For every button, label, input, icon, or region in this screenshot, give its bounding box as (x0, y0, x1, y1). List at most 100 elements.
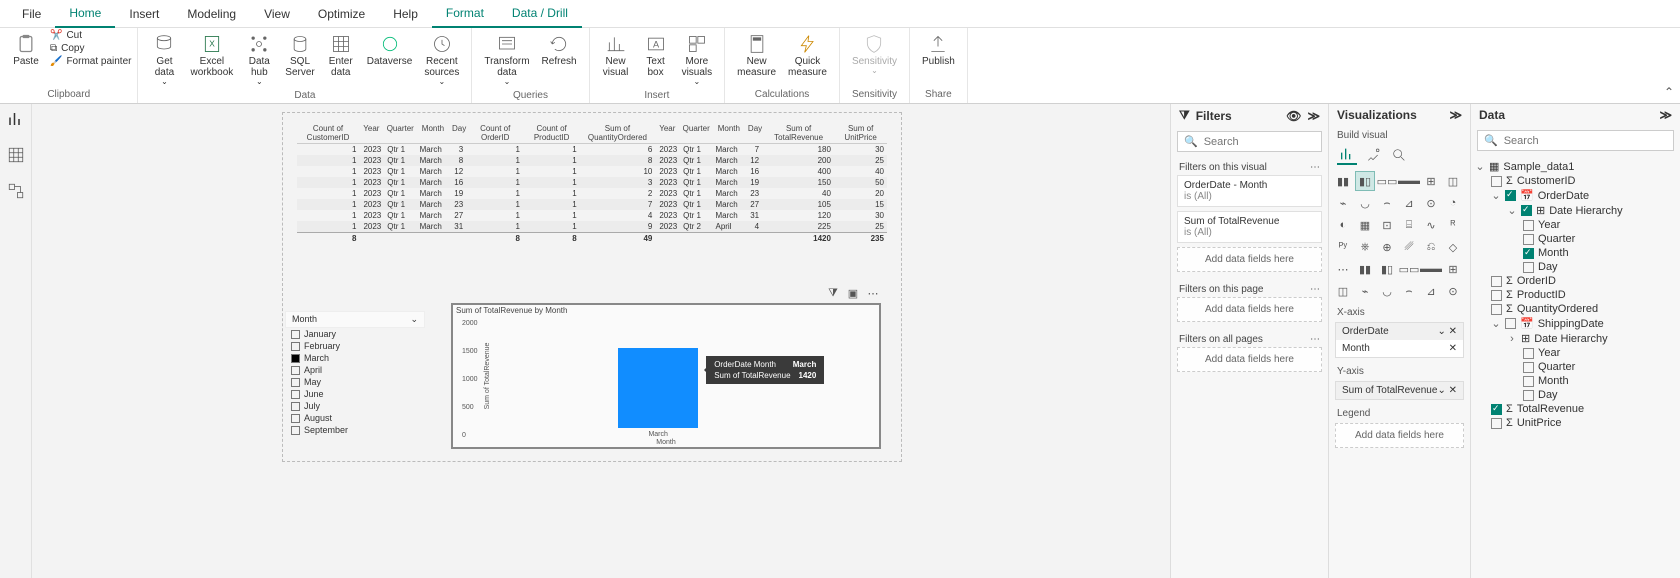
table-header-cell[interactable]: Count of ProductID (523, 123, 579, 143)
data-search-input[interactable] (1504, 135, 1667, 147)
more-icon[interactable]: ⋯ (1310, 162, 1320, 173)
table-header-cell[interactable]: Count of OrderID (467, 123, 523, 143)
model-view-button[interactable] (7, 182, 25, 200)
field-customerid[interactable]: ΣCustomerID (1473, 174, 1678, 188)
viz-type-button[interactable]: ▦ (1355, 215, 1375, 235)
slicer-item[interactable]: January (285, 328, 425, 340)
filter-icon[interactable]: ⧩ (826, 286, 840, 300)
slicer-item[interactable]: March (285, 352, 425, 364)
viz-type-button[interactable]: ◫ (1443, 171, 1463, 191)
slicer-item[interactable]: April (285, 364, 425, 376)
table-header-cell[interactable]: Day (745, 123, 763, 143)
viz-type-button[interactable]: ᴾʸ (1333, 237, 1353, 257)
quick-measure-button[interactable]: Quick measure (782, 30, 833, 82)
viz-type-button[interactable]: ⌢ (1377, 193, 1397, 213)
viz-type-button[interactable]: ⌢ (1399, 281, 1419, 301)
field-orderdate-hierarchy[interactable]: ⌄⊞ Date Hierarchy (1473, 203, 1678, 218)
table-header-cell[interactable]: Sum of TotalRevenue (763, 123, 834, 143)
viz-type-button[interactable]: ⎈ (1355, 237, 1375, 257)
tab-data-drill[interactable]: Data / Drill (498, 0, 582, 28)
viz-type-button[interactable]: ⊡ (1377, 215, 1397, 235)
dataverse-button[interactable]: Dataverse (361, 30, 419, 71)
field-shippingdate-month[interactable]: Month (1473, 374, 1678, 388)
data-view-button[interactable] (7, 146, 25, 164)
viz-type-button[interactable]: ◔ (1443, 193, 1463, 213)
field-orderdate[interactable]: ⌄📅 OrderDate (1473, 188, 1678, 203)
viz-type-button[interactable]: ⊙ (1443, 281, 1463, 301)
sensitivity-button[interactable]: Sensitivity⌄ (846, 30, 903, 80)
format-visual-tab[interactable] (1363, 145, 1383, 165)
tab-home[interactable]: Home (55, 0, 115, 28)
field-unitprice[interactable]: ΣUnitPrice (1473, 416, 1678, 430)
field-shippingdate-hierarchy[interactable]: ›⊞ Date Hierarchy (1473, 331, 1678, 346)
focus-mode-icon[interactable]: ▣ (846, 286, 860, 300)
slicer-item[interactable]: February (285, 340, 425, 352)
table-row[interactable]: 12023Qtr 1March81182023Qtr 1March1220025 (297, 155, 887, 166)
field-shippingdate[interactable]: ⌄📅 ShippingDate (1473, 316, 1678, 331)
slicer-item[interactable]: August (285, 412, 425, 424)
text-box-button[interactable]: AText box (636, 30, 676, 82)
filter-drop-all[interactable]: Add data fields here (1177, 347, 1322, 372)
refresh-button[interactable]: Refresh (536, 30, 583, 71)
tab-view[interactable]: View (250, 1, 304, 27)
table-header-cell[interactable]: Year (359, 123, 384, 143)
table-header-cell[interactable]: Count of CustomerID (297, 123, 359, 143)
table-header-cell[interactable]: Sum of UnitPrice (834, 123, 887, 143)
xaxis-well[interactable]: OrderDate⌄ ✕ Month✕ (1335, 322, 1464, 358)
table-row[interactable]: 12023Qtr 1March271142023Qtr 1March311203… (297, 210, 887, 221)
transform-data-button[interactable]: Transform data⌄ (478, 30, 535, 91)
field-quantityordered[interactable]: ΣQuantityOrdered (1473, 302, 1678, 316)
table-header-cell[interactable]: Month (417, 123, 449, 143)
table-row[interactable]: 12023Qtr 1March31162023Qtr 1March718030 (297, 144, 887, 155)
yaxis-well[interactable]: Sum of TotalRevenue⌄ ✕ (1335, 381, 1464, 400)
table-row[interactable]: 12023Qtr 1March191122023Qtr 1March234020 (297, 188, 887, 199)
get-data-button[interactable]: Get data⌄ (144, 30, 184, 91)
viz-type-button[interactable]: ▮▯ (1355, 171, 1375, 191)
copy-button[interactable]: ⧉Copy (50, 43, 85, 54)
slicer-item[interactable]: May (285, 376, 425, 388)
table-header-cell[interactable]: Day (449, 123, 467, 143)
viz-type-button[interactable]: ◇ (1443, 237, 1463, 257)
new-measure-button[interactable]: New measure (731, 30, 782, 82)
viz-type-button[interactable]: ▬▬ (1399, 171, 1419, 191)
bar[interactable] (618, 348, 698, 428)
cut-button[interactable]: ✂️Cut (50, 30, 82, 41)
filter-card-orderdate-month[interactable]: OrderDate - Month is (All) (1177, 175, 1322, 207)
field-orderdate-quarter[interactable]: Quarter (1473, 232, 1678, 246)
viz-type-button[interactable]: ∿ (1421, 215, 1441, 235)
field-shippingdate-day[interactable]: Day (1473, 388, 1678, 402)
table-visual[interactable]: Count of CustomerIDYearQuarterMonthDayCo… (297, 123, 887, 244)
legend-drop[interactable]: Add data fields here (1335, 423, 1464, 448)
sql-server-button[interactable]: SQL Server (279, 30, 320, 82)
bar-chart-visual[interactable]: ⧩ ▣ ⋯ Sum of TotalRevenue by Month Sum o… (451, 303, 881, 449)
table-header-cell[interactable]: Month (713, 123, 745, 143)
viz-type-button[interactable]: ▮▮ (1333, 171, 1353, 191)
eye-icon[interactable]: 👁 (1286, 109, 1301, 123)
filter-drop-visual[interactable]: Add data fields here (1177, 247, 1322, 272)
field-orderid[interactable]: ΣOrderID (1473, 274, 1678, 288)
filter-card-total-revenue[interactable]: Sum of TotalRevenue is (All) (1177, 211, 1322, 243)
new-visual-button[interactable]: New visual (596, 30, 636, 82)
more-visuals-button[interactable]: More visuals⌄ (676, 30, 719, 91)
viz-type-button[interactable]: ⎌ (1421, 237, 1441, 257)
viz-type-button[interactable]: ⊞ (1421, 171, 1441, 191)
tab-optimize[interactable]: Optimize (304, 1, 379, 27)
viz-type-button[interactable]: ⊙ (1421, 193, 1441, 213)
table-header-cell[interactable]: Quarter (384, 123, 417, 143)
viz-type-button[interactable]: ⊿ (1421, 281, 1441, 301)
table-node[interactable]: ⌄▦ Sample_data1 (1473, 159, 1678, 174)
build-visual-tab[interactable] (1337, 145, 1357, 165)
data-search[interactable]: 🔍 (1477, 130, 1674, 151)
publish-button[interactable]: Publish (916, 30, 961, 71)
filters-search-input[interactable] (1204, 136, 1315, 148)
viz-type-button[interactable]: ␥ (1399, 237, 1419, 257)
more-options-icon[interactable]: ⋯ (866, 286, 880, 300)
analytics-tab[interactable] (1389, 145, 1409, 165)
table-header-cell[interactable]: Year (655, 123, 680, 143)
more-icon[interactable]: ⋯ (1310, 334, 1320, 345)
viz-type-button[interactable]: ⌁ (1355, 281, 1375, 301)
tab-insert[interactable]: Insert (115, 1, 173, 27)
collapse-pane-icon[interactable]: ≫ (1449, 108, 1462, 122)
ribbon-collapse-button[interactable]: ⌃ (1664, 85, 1674, 99)
report-view-button[interactable] (7, 110, 25, 128)
